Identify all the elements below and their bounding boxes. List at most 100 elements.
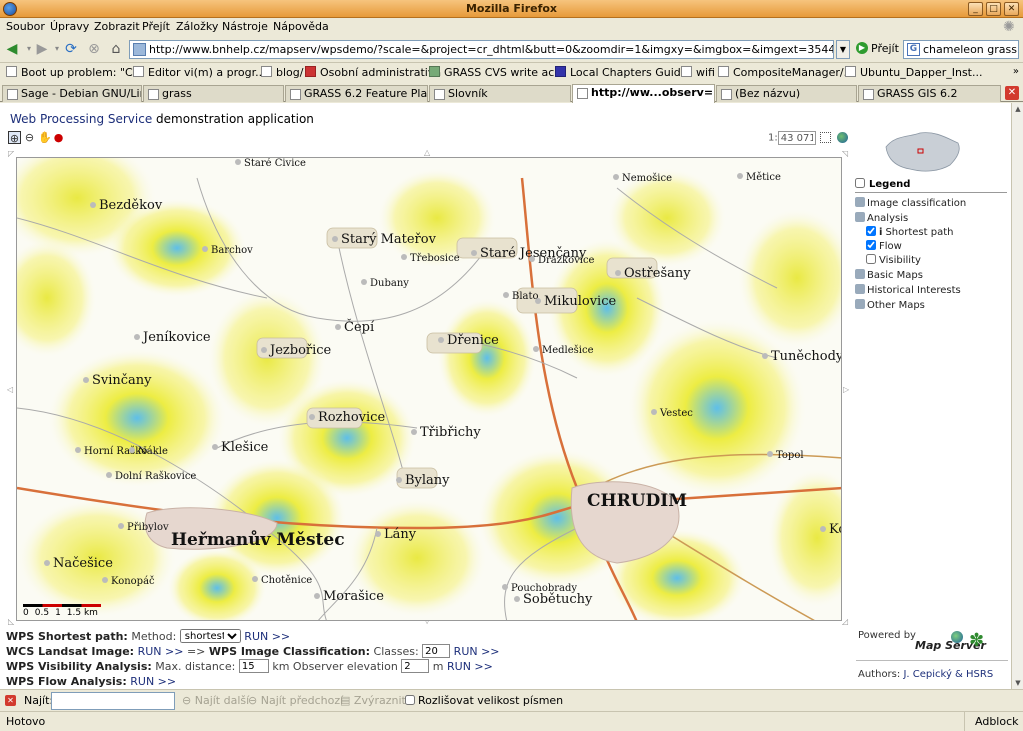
menu-go[interactable]: Přejít [142, 20, 170, 33]
find-input[interactable] [51, 692, 175, 710]
tab-favicon-icon [434, 89, 445, 100]
close-tab-icon[interactable]: ✕ [1005, 86, 1019, 100]
bookmark-item[interactable]: Boot up problem: "C... [6, 66, 143, 79]
bookmark-item[interactable]: GRASS CVS write ac... [429, 66, 565, 79]
layer-group-icon [855, 284, 865, 294]
legend-header[interactable]: Legend [855, 178, 1007, 193]
place-label: Ostřešany [615, 266, 691, 281]
find-previous-button[interactable]: ⊖ Najít předchozí [248, 694, 343, 707]
zoom-in-icon[interactable]: ⊕ [8, 131, 21, 145]
url-input[interactable] [149, 42, 833, 57]
minimize-button[interactable]: _ [968, 2, 983, 16]
go-button[interactable]: ▶ Přejít [856, 41, 899, 58]
menu-edit[interactable]: Úpravy [50, 20, 89, 33]
mapserver-logo[interactable]: Map Server ✽ [915, 627, 995, 661]
tab-slovnik[interactable]: Slovník [429, 85, 571, 102]
bookmark-item[interactable]: Ubuntu_Dapper_Inst... [845, 66, 982, 79]
info-icon[interactable]: i [879, 227, 882, 238]
globe-icon[interactable] [837, 132, 848, 143]
flow-checkbox[interactable] [866, 240, 876, 250]
pan-northwest-icon[interactable]: ◸ [8, 149, 14, 158]
legend-checkbox[interactable] [855, 178, 865, 188]
run-landsat-link[interactable]: RUN >> [138, 645, 184, 658]
bookmarks-overflow-icon[interactable]: » [1013, 66, 1019, 77]
tab-wps-demo[interactable]: http://ww...observ=2 [572, 84, 715, 103]
pan-north-icon[interactable]: △ [424, 148, 430, 157]
close-window-button[interactable]: ✕ [1004, 2, 1019, 16]
grass-logo-icon: ✽ [969, 630, 985, 651]
layer-analysis[interactable]: Analysis [855, 212, 908, 224]
scroll-down-icon[interactable]: ▼ [1013, 678, 1023, 688]
url-bar[interactable] [129, 40, 834, 59]
tab-grass[interactable]: grass [143, 85, 284, 102]
bookmark-item[interactable]: CompositeManager/... [718, 66, 854, 79]
run-shortest-path-link[interactable]: RUN >> [244, 630, 290, 643]
layer-shortest-path[interactable]: i Shortest path [866, 226, 953, 238]
menu-file[interactable]: Soubor [6, 20, 45, 33]
map-canvas[interactable]: Staré Čivice Bezděkov Barchov Starý Mateřov… [16, 157, 842, 621]
layer-historical-interests[interactable]: Historical Interests [855, 284, 961, 296]
folder-icon [681, 66, 692, 77]
tab-sage[interactable]: Sage - Debian GNU/Linu... [2, 85, 142, 102]
bookmark-item[interactable]: Local Chapters Guid... [555, 66, 691, 79]
bookmark-icon [305, 66, 316, 77]
classes-input[interactable] [422, 644, 451, 658]
highlight-button[interactable]: ▤ Zvýraznit [340, 694, 406, 707]
scroll-up-icon[interactable]: ▲ [1013, 104, 1023, 114]
tab-bez-nazvu[interactable]: (Bez názvu) [716, 85, 857, 102]
layer-basic-maps[interactable]: Basic Maps [855, 269, 923, 281]
layer-visibility[interactable]: Visibility [866, 254, 921, 266]
run-visibility-link[interactable]: RUN >> [447, 660, 493, 673]
tab-grass-gis[interactable]: GRASS GIS 6.2 [858, 85, 1001, 102]
pan-west-icon[interactable]: ◁ [7, 385, 13, 394]
pan-southeast-icon[interactable]: ◿ [842, 617, 848, 626]
layer-other-maps[interactable]: Other Maps [855, 299, 925, 311]
bookmark-item[interactable]: wifi [681, 66, 715, 79]
observer-elevation-input[interactable] [401, 659, 430, 673]
search-box[interactable]: G [903, 40, 1019, 59]
google-search-icon[interactable]: G [907, 43, 920, 56]
layer-flow[interactable]: Flow [866, 240, 902, 252]
back-icon[interactable]: ◀ [3, 40, 21, 58]
max-distance-input[interactable] [238, 659, 269, 673]
page-scrollbar[interactable]: ▲ ▼ [1011, 103, 1023, 689]
match-case-option[interactable]: Rozlišovat velikost písmen [405, 694, 563, 707]
adblock-button[interactable]: Adblock [964, 712, 1023, 731]
tab-grass-feature-plan[interactable]: GRASS 6.2 Feature Plan... [285, 85, 428, 102]
pan-northeast-icon[interactable]: ◹ [842, 149, 848, 158]
authors-link[interactable]: J. Cepický & HSRS [903, 669, 993, 680]
shortest-path-checkbox[interactable] [866, 226, 876, 236]
search-input[interactable] [923, 42, 1017, 57]
scale-input[interactable] [777, 131, 816, 145]
pan-southwest-icon[interactable]: ◺ [8, 617, 14, 626]
zoom-box-icon[interactable] [820, 132, 831, 143]
run-classification-link[interactable]: RUN >> [454, 645, 500, 658]
overview-map[interactable] [880, 127, 964, 177]
reload-icon[interactable]: ⟳ [62, 40, 80, 58]
zoom-out-icon[interactable]: ⊖ [23, 131, 36, 144]
url-history-dropdown-icon[interactable]: ▼ [836, 40, 850, 59]
pan-east-icon[interactable]: ▷ [843, 385, 849, 394]
layer-group-icon [855, 212, 865, 222]
bookmark-item[interactable]: Editor vi(m) a progr... [133, 66, 266, 79]
visibility-checkbox[interactable] [866, 254, 876, 264]
bookmark-item[interactable]: blog/ [261, 66, 303, 79]
layer-image-classification[interactable]: Image classification [855, 197, 966, 209]
menu-bookmarks[interactable]: Záložky [176, 20, 218, 33]
menu-view[interactable]: Zobrazit [94, 20, 140, 33]
query-pin-icon[interactable]: ● [52, 131, 65, 144]
home-icon[interactable]: ⌂ [107, 40, 125, 58]
method-select[interactable]: shortest [179, 629, 241, 643]
find-next-button[interactable]: ⊖ Najít další [182, 694, 249, 707]
menu-tools[interactable]: Nástroje [222, 20, 268, 33]
bookmark-item[interactable]: Osobní administrativa [305, 66, 441, 79]
close-find-bar-icon[interactable]: ✕ [5, 695, 16, 706]
pan-hand-icon[interactable]: ✋ [38, 131, 52, 144]
run-flow-link[interactable]: RUN >> [130, 675, 176, 688]
stop-icon[interactable]: ⊗ [85, 40, 103, 58]
place-marker-icon [261, 347, 267, 353]
menu-help[interactable]: Nápověda [273, 20, 329, 33]
status-text: Hotovo [6, 715, 46, 728]
maximize-button[interactable]: □ [986, 2, 1001, 16]
match-case-checkbox[interactable] [405, 695, 415, 705]
